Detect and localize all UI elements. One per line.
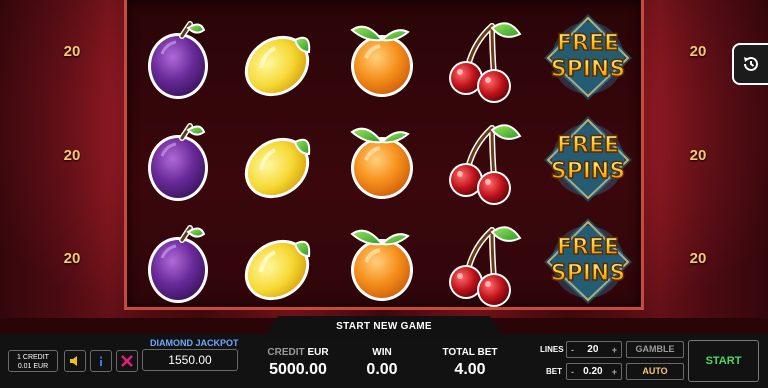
symbol-cherry (438, 12, 530, 104)
symbol-cherry (438, 114, 530, 206)
symbol-orange (336, 114, 428, 206)
currency-label: EUR (307, 347, 329, 358)
free-spins-line1: FREE (557, 235, 619, 260)
free-spins-line2: SPINS (551, 159, 625, 184)
paytable-icon (121, 355, 133, 367)
symbol-free-spins: FREE SPINS (542, 8, 634, 100)
sound-button[interactable] (64, 350, 86, 372)
sound-icon (70, 356, 77, 366)
payline-number-left-2: 20 (63, 147, 81, 164)
symbol-plum (132, 218, 224, 310)
payline-number-left-3: 20 (63, 250, 81, 267)
credit-value: 5000.00 (269, 361, 327, 378)
free-spins-line1: FREE (557, 133, 619, 158)
lines-stepper[interactable]: - 20 + (566, 341, 622, 358)
payline-number-left-1: 20 (63, 43, 81, 60)
total-bet-label: TOTAL BET (442, 347, 498, 358)
symbol-orange (336, 12, 428, 104)
credit-denomination[interactable]: 1 CREDIT 0.01 EUR (8, 350, 58, 372)
paytable-button[interactable] (116, 350, 138, 372)
lines-decrease-button[interactable]: - (571, 345, 574, 355)
total-bet-value: 4.00 (454, 361, 486, 378)
bet-increase-button[interactable]: + (612, 367, 617, 377)
credit-label-wrap: CREDIT EUR (262, 347, 334, 358)
history-icon (744, 56, 758, 71)
symbol-lemon (233, 116, 325, 208)
start-new-game-button[interactable]: START NEW GAME (264, 316, 504, 338)
auto-button[interactable]: AUTO (626, 363, 684, 380)
win-label: WIN (372, 347, 392, 358)
free-spins-line2: SPINS (551, 261, 625, 286)
lines-value: 20 (587, 344, 599, 355)
credit-denomination-line2: 0.01 EUR (17, 363, 49, 370)
symbol-free-spins: FREE SPINS (542, 212, 634, 304)
jackpot-value: 1550.00 (142, 349, 238, 371)
free-spins-line2: SPINS (551, 57, 625, 82)
credit-denomination-line1: 1 CREDIT (17, 354, 49, 361)
payline-number-right-2: 20 (689, 147, 707, 164)
symbol-free-spins: FREE SPINS (542, 110, 634, 202)
info-icon (100, 356, 102, 366)
payline-number-right-1: 20 (689, 43, 707, 60)
bet-value: 0.20 (583, 366, 603, 377)
history-button[interactable] (732, 43, 768, 85)
symbol-cherry (438, 216, 530, 308)
symbol-plum (132, 14, 224, 106)
start-button[interactable]: START (688, 340, 759, 382)
gamble-button[interactable]: GAMBLE (626, 341, 684, 358)
symbol-lemon (233, 14, 325, 106)
symbol-orange (336, 216, 428, 308)
bet-stepper[interactable]: - 0.20 + (566, 363, 622, 380)
win-value: 0.00 (366, 361, 398, 378)
payline-number-right-3: 20 (689, 250, 707, 267)
credit-label: CREDIT (267, 347, 305, 358)
info-button[interactable] (90, 350, 112, 372)
free-spins-line1: FREE (557, 31, 619, 56)
lines-label: LINES (540, 345, 564, 354)
symbol-plum (132, 116, 224, 208)
jackpot-label: DIAMOND JACKPOT (150, 338, 239, 348)
bet-label: BET (546, 367, 562, 376)
symbol-lemon (233, 218, 325, 310)
bet-decrease-button[interactable]: - (571, 367, 574, 377)
lines-increase-button[interactable]: + (612, 345, 617, 355)
